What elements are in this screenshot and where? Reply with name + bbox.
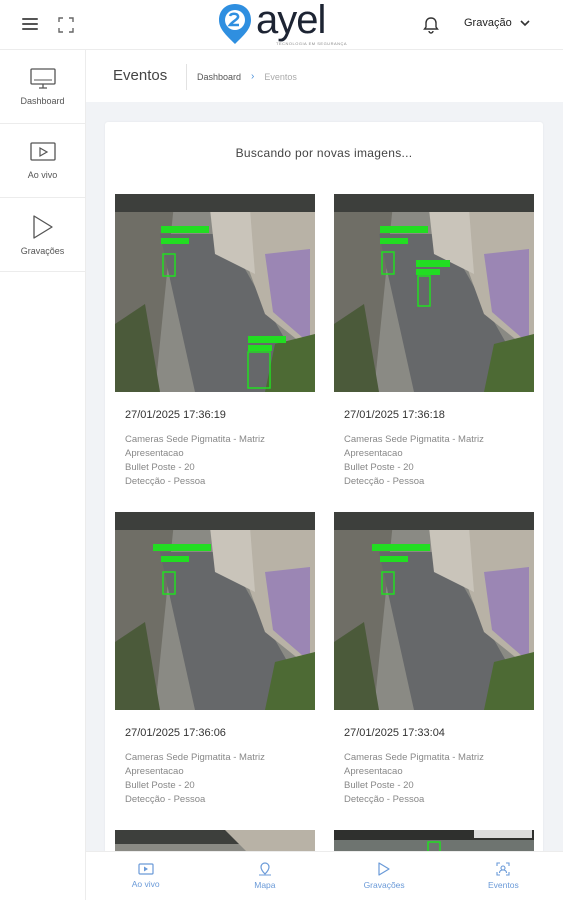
event-device: Bullet Poste - 20 bbox=[344, 462, 414, 473]
event-detection: Detecção - Pessoa bbox=[125, 794, 206, 805]
event-detection: Detecção - Pessoa bbox=[125, 476, 206, 487]
ayel-logo: ayel TECNOLOGIA EM SEGURANÇA bbox=[214, 0, 354, 48]
bottom-nav: Ao vivo Mapa Gravações Eventos bbox=[86, 851, 563, 900]
page-title: Eventos bbox=[113, 67, 168, 84]
event-thumbnail[interactable] bbox=[334, 512, 534, 710]
events-card: Buscando por novas imagens... 27/01/2025… bbox=[105, 122, 543, 900]
event-card: 27/01/2025 17:33:04 Cameras Sede Pigmati… bbox=[334, 512, 534, 807]
event-group: Apresentacao bbox=[125, 766, 184, 777]
page-header: Eventos Dashboard › Eventos bbox=[86, 50, 563, 102]
event-thumbnail[interactable] bbox=[334, 194, 534, 392]
event-camera: Cameras Sede Pigmatita - Matriz bbox=[125, 434, 265, 445]
play-square-icon bbox=[29, 141, 56, 161]
logo-wordmark: ayel bbox=[256, 0, 326, 42]
user-menu-label: Gravação bbox=[464, 17, 512, 29]
event-thumbnail[interactable] bbox=[115, 512, 315, 710]
event-group: Apresentacao bbox=[344, 766, 403, 777]
logo-subtitle: TECNOLOGIA EM SEGURANÇA bbox=[276, 41, 348, 46]
logo-pin-icon bbox=[219, 4, 251, 44]
main-content: Eventos Dashboard › Eventos Buscando por… bbox=[86, 50, 563, 900]
event-card: 27/01/2025 17:36:19 Cameras Sede Pigmati… bbox=[115, 194, 315, 489]
sidebar: Dashboard Ao vivo Gravações bbox=[0, 50, 86, 900]
sidebar-item-label: Ao vivo bbox=[27, 169, 58, 180]
event-timestamp: 27/01/2025 17:36:18 bbox=[344, 409, 445, 421]
event-device: Bullet Poste - 20 bbox=[125, 780, 195, 791]
bottom-nav-mapa[interactable]: Mapa bbox=[205, 852, 324, 900]
notification-bell-icon[interactable] bbox=[422, 16, 440, 34]
event-card: 27/01/2025 17:36:06 Cameras Sede Pigmati… bbox=[115, 512, 315, 807]
bottom-nav-ao-vivo[interactable]: Ao vivo bbox=[86, 852, 205, 900]
sidebar-item-ao-vivo[interactable]: Ao vivo bbox=[0, 124, 85, 198]
event-timestamp: 27/01/2025 17:36:19 bbox=[125, 409, 226, 421]
bottom-nav-label: Mapa bbox=[254, 880, 276, 890]
sidebar-item-label: Gravações bbox=[20, 245, 65, 256]
play-triangle-icon bbox=[378, 862, 390, 876]
bottom-nav-eventos[interactable]: Eventos bbox=[444, 852, 563, 900]
bottom-nav-gravacoes[interactable]: Gravações bbox=[325, 852, 444, 900]
fullscreen-icon[interactable] bbox=[58, 17, 74, 33]
play-triangle-icon bbox=[32, 214, 53, 239]
breadcrumb-current: Eventos bbox=[264, 71, 297, 82]
event-timestamp: 27/01/2025 17:33:04 bbox=[344, 727, 445, 739]
event-device: Bullet Poste - 20 bbox=[344, 780, 414, 791]
breadcrumb: Dashboard › Eventos bbox=[197, 71, 297, 82]
top-bar: ayel TECNOLOGIA EM SEGURANÇA Gravação bbox=[0, 0, 563, 50]
event-camera: Cameras Sede Pigmatita - Matriz bbox=[344, 752, 484, 763]
event-detection: Detecção - Pessoa bbox=[344, 794, 425, 805]
map-pin-icon bbox=[258, 862, 271, 876]
breadcrumb-separator-icon: › bbox=[251, 71, 255, 82]
searching-status: Buscando por novas imagens... bbox=[235, 146, 413, 160]
event-details: Cameras Sede Pigmatita - Matriz Apresent… bbox=[125, 751, 315, 807]
video-icon bbox=[138, 863, 154, 875]
event-details: Cameras Sede Pigmatita - Matriz Apresent… bbox=[125, 433, 315, 489]
target-icon bbox=[496, 862, 510, 876]
event-details: Cameras Sede Pigmatita - Matriz Apresent… bbox=[344, 751, 534, 807]
sidebar-item-gravacoes[interactable]: Gravações bbox=[0, 198, 85, 272]
event-details: Cameras Sede Pigmatita - Matriz Apresent… bbox=[344, 433, 534, 489]
event-camera: Cameras Sede Pigmatita - Matriz bbox=[125, 752, 265, 763]
event-detection: Detecção - Pessoa bbox=[344, 476, 425, 487]
event-thumbnail[interactable] bbox=[115, 194, 315, 392]
hamburger-menu-icon[interactable] bbox=[22, 18, 38, 32]
monitor-icon bbox=[29, 67, 56, 89]
header-divider bbox=[186, 64, 187, 90]
bottom-nav-label: Gravações bbox=[363, 880, 405, 890]
bottom-nav-label: Eventos bbox=[488, 880, 519, 890]
breadcrumb-dashboard-link[interactable]: Dashboard bbox=[197, 72, 241, 82]
user-menu[interactable]: Gravação bbox=[464, 17, 530, 29]
bottom-nav-label: Ao vivo bbox=[131, 879, 160, 889]
event-device: Bullet Poste - 20 bbox=[125, 462, 195, 473]
event-card: 27/01/2025 17:36:18 Cameras Sede Pigmati… bbox=[334, 194, 534, 489]
chevron-down-icon bbox=[520, 19, 530, 26]
event-group: Apresentacao bbox=[344, 448, 403, 459]
sidebar-item-label: Dashboard bbox=[20, 95, 65, 106]
event-camera: Cameras Sede Pigmatita - Matriz bbox=[344, 434, 484, 445]
event-group: Apresentacao bbox=[125, 448, 184, 459]
sidebar-item-dashboard[interactable]: Dashboard bbox=[0, 50, 85, 124]
event-timestamp: 27/01/2025 17:36:06 bbox=[125, 727, 226, 739]
